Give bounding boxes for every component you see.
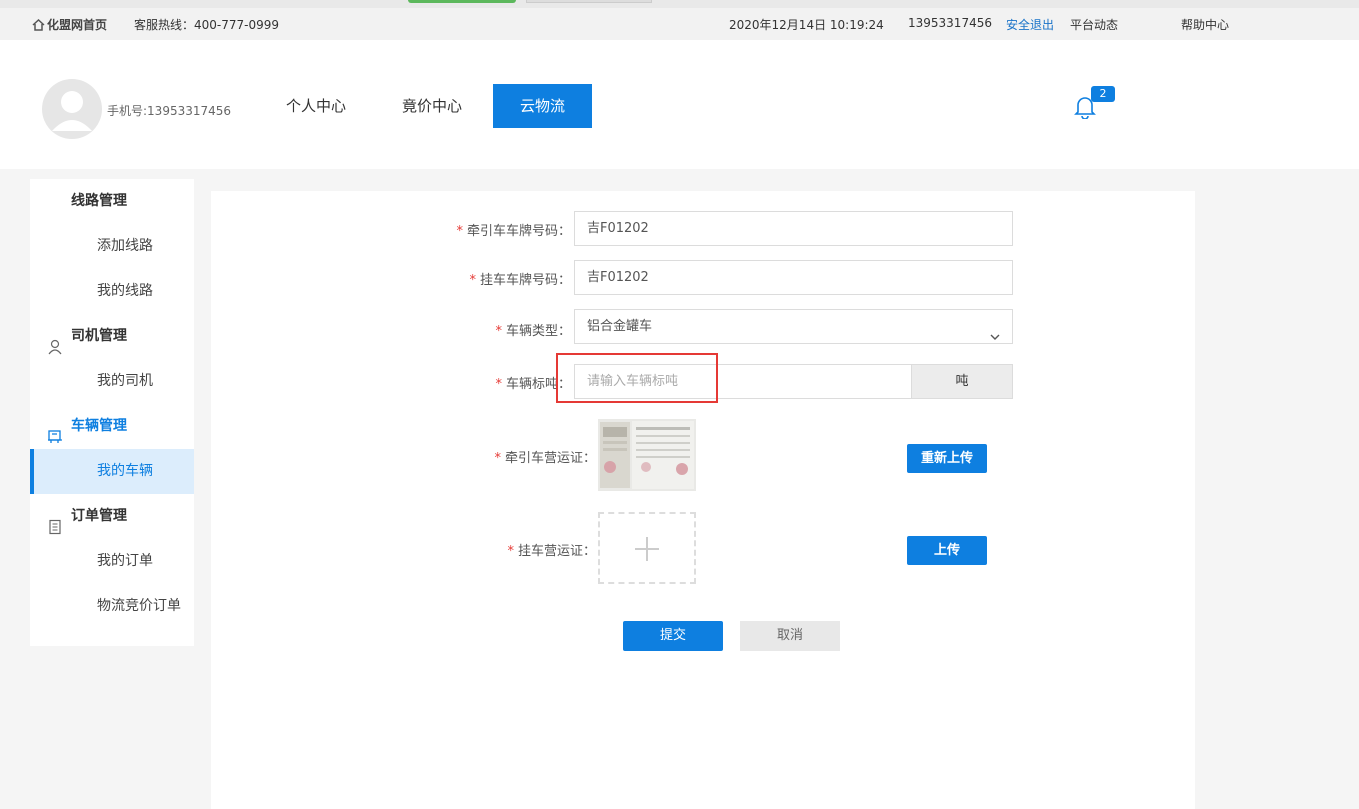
avatar[interactable] xyxy=(42,79,102,139)
user-icon xyxy=(47,329,63,355)
sidebar-group-label: 订单管理 xyxy=(71,508,127,524)
browser-tab-stub xyxy=(408,0,516,3)
sidebar-item-my-orders[interactable]: 我的订单 xyxy=(30,539,194,584)
user-header: 手机号:13953317456 个人中心 竟价中心 云物流 2 xyxy=(0,40,1359,169)
trailer-license-label: * 挂车营运证： xyxy=(507,544,596,559)
platform-news-link[interactable]: 平台动态 xyxy=(1070,16,1118,33)
trailer-license-upload[interactable] xyxy=(598,512,696,584)
sidebar-group-label: 车辆管理 xyxy=(71,418,127,434)
highlight-annotation-box xyxy=(556,353,718,403)
required-mark: * xyxy=(507,544,514,559)
vehicle-type-select[interactable]: 铝合金罐车 xyxy=(574,309,1013,344)
vehicle-type-label: * 车辆类型： xyxy=(495,324,571,339)
tractor-license-label: * 牵引车营运证： xyxy=(494,451,596,466)
sidebar-item-label: 我的线路 xyxy=(97,283,153,299)
vehicle-type-value: 铝合金罐车 xyxy=(587,319,653,334)
required-mark: * xyxy=(494,451,501,466)
trailer-plate-input[interactable]: 吉F01202 xyxy=(574,260,1013,295)
home-link[interactable]: 化盟网首页 xyxy=(32,16,107,33)
chevron-down-icon xyxy=(990,322,1000,340)
sidebar-item-add-route[interactable]: 添加线路 xyxy=(30,224,194,269)
trailer-plate-label: * 挂车车牌号码： xyxy=(469,273,571,288)
home-link-label: 化盟网首页 xyxy=(47,18,108,32)
tractor-plate-input[interactable]: 吉F01202 xyxy=(574,211,1013,246)
logout-link[interactable]: 安全退出 xyxy=(1006,16,1054,33)
submit-button[interactable]: 提交 xyxy=(623,621,723,651)
plus-icon xyxy=(634,536,660,566)
sidebar-item-label: 物流竞价订单 xyxy=(97,598,181,614)
sidebar-item-label: 我的订单 xyxy=(97,553,153,569)
required-mark: * xyxy=(495,377,502,392)
required-mark: * xyxy=(495,324,502,339)
sidebar-item-label: 我的司机 xyxy=(97,373,153,389)
upload-button[interactable]: 上传 xyxy=(907,536,987,565)
document-icon xyxy=(47,509,63,535)
phone-label: 手机号:13953317456 xyxy=(107,104,232,118)
home-icon xyxy=(32,18,45,31)
truck-icon xyxy=(47,419,63,443)
sidebar-item-label: 添加线路 xyxy=(97,238,153,254)
user-phone: 13953317456 xyxy=(908,16,992,30)
required-mark: * xyxy=(456,224,463,239)
sidebar-group-driver-mgmt[interactable]: 司机管理 xyxy=(30,314,194,359)
sidebar-group-order-mgmt[interactable]: 订单管理 xyxy=(30,494,194,539)
help-center-link[interactable]: 帮助中心 xyxy=(1181,16,1229,33)
nav-cloud-logistics[interactable]: 云物流 xyxy=(493,84,592,128)
nav-bidding-center[interactable]: 竟价中心 xyxy=(386,84,478,128)
hotline-text: 客服热线：400-777-0999 xyxy=(134,18,280,32)
reupload-button[interactable]: 重新上传 xyxy=(907,444,987,473)
cancel-button[interactable]: 取消 xyxy=(740,621,840,651)
notification-badge: 2 xyxy=(1091,86,1115,102)
sidebar-group-label: 司机管理 xyxy=(71,328,127,344)
browser-tab-stub xyxy=(526,0,652,3)
sidebar-group-label: 线路管理 xyxy=(71,193,127,209)
sidebar-item-my-routes[interactable]: 我的线路 xyxy=(30,269,194,314)
vehicle-form-panel: * 牵引车车牌号码： 吉F01202 * 挂车车牌号码： 吉F01202 * 车辆类型… xyxy=(211,191,1195,809)
nav-personal-center[interactable]: 个人中心 xyxy=(270,84,362,128)
datetime-text: 2020年12月14日 10:19:24 xyxy=(729,18,884,32)
sidebar: 线路管理 添加线路 我的线路 司机管理 我的司机 车辆管理 我的车辆 订单管理 … xyxy=(30,179,194,646)
tonnage-unit: 吨 xyxy=(911,365,1012,398)
tractor-license-image[interactable] xyxy=(598,419,696,491)
sidebar-group-route-mgmt[interactable]: 线路管理 xyxy=(30,179,194,224)
sidebar-item-label: 我的车辆 xyxy=(97,463,153,479)
sidebar-item-my-vehicles[interactable]: 我的车辆 xyxy=(30,449,194,494)
tractor-plate-label: * 牵引车车牌号码： xyxy=(456,224,571,239)
sidebar-item-my-drivers[interactable]: 我的司机 xyxy=(30,359,194,404)
sidebar-item-logistics-orders[interactable]: 物流竞价订单 xyxy=(30,584,194,629)
sidebar-group-vehicle-mgmt[interactable]: 车辆管理 xyxy=(30,404,194,449)
top-bar: 化盟网首页 客服热线：400-777-0999 2020年12月14日 10:1… xyxy=(0,0,1359,40)
required-mark: * xyxy=(469,273,476,288)
